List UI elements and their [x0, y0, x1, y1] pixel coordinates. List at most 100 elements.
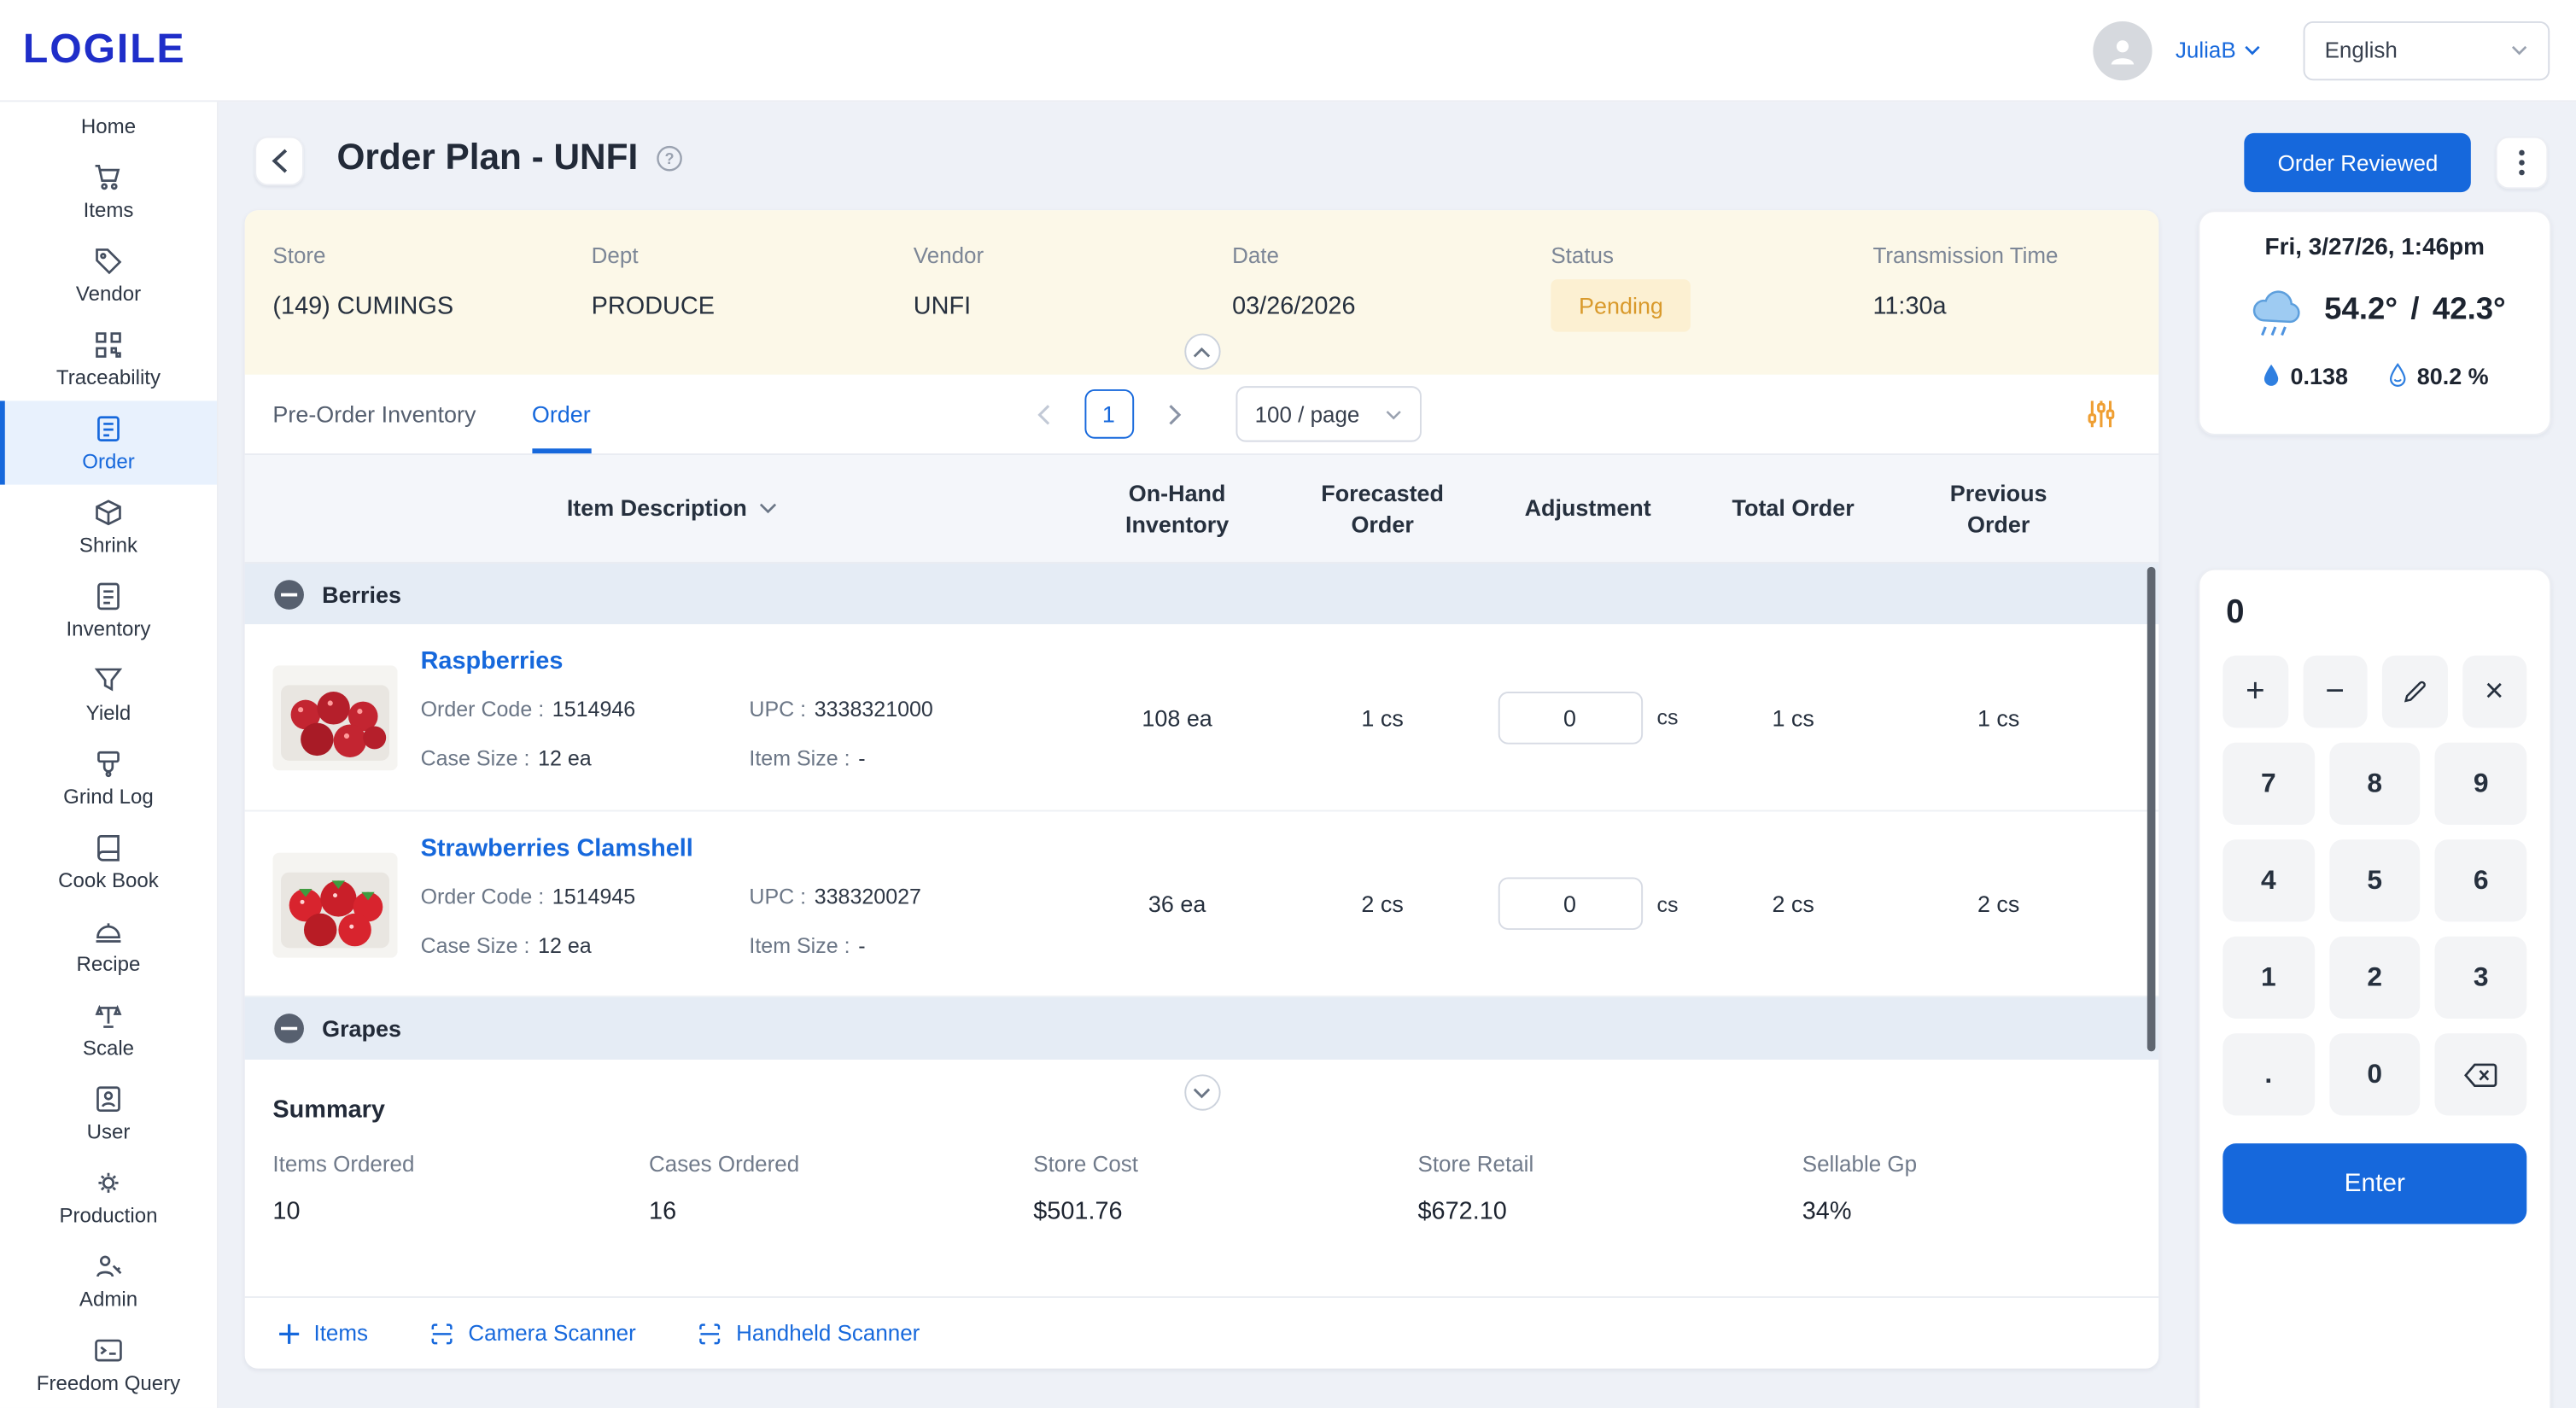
- previous-order-value: 2 cs: [1895, 891, 2101, 917]
- sidebar-item-order[interactable]: Order: [0, 400, 217, 484]
- sidebar-item-scale[interactable]: Scale: [0, 987, 217, 1071]
- numpad-backspace-key[interactable]: [2435, 1033, 2526, 1115]
- numpad-key-0[interactable]: 0: [2329, 1033, 2421, 1115]
- pagination-prev[interactable]: [1021, 393, 1064, 435]
- pagination-page[interactable]: 1: [1084, 389, 1133, 439]
- filter-icon[interactable]: [2083, 396, 2119, 432]
- scrollbar-thumb[interactable]: [2147, 567, 2156, 1052]
- table-row-strawberries: Strawberries Clamshell Order Code :15149…: [245, 812, 2159, 997]
- column-previous-order: Previous Order: [1895, 477, 2101, 540]
- rain-cloud-icon: [2244, 279, 2310, 342]
- kebab-menu-button[interactable]: [2496, 137, 2549, 190]
- sidebar-item-production[interactable]: Production: [0, 1155, 217, 1239]
- numpad-key-9[interactable]: 9: [2435, 743, 2526, 825]
- numpad-clear-key[interactable]: ×: [2462, 656, 2526, 728]
- humidity-stat: 80.2 %: [2387, 363, 2489, 389]
- table-row-raspberries: Raspberries Order Code :1514946 UPC :333…: [245, 624, 2159, 811]
- sidebar-item-user[interactable]: User: [0, 1072, 217, 1155]
- user-menu[interactable]: JuliaB: [2176, 38, 2261, 62]
- sidebar-item-shrink[interactable]: Shrink: [0, 485, 217, 569]
- info-value: 11:30a: [1872, 292, 2158, 320]
- summary-section: Summary Items Ordered 10 Cases Ordered 1…: [245, 1060, 2159, 1296]
- info-label: Vendor: [914, 243, 1232, 268]
- back-button[interactable]: [254, 137, 304, 186]
- page-size-select[interactable]: 100 / page: [1235, 386, 1422, 441]
- backspace-icon: [2463, 1060, 2499, 1089]
- collapse-info-button[interactable]: [1183, 334, 1219, 370]
- chevron-left-icon: [271, 148, 289, 174]
- numpad-edit-key[interactable]: [2382, 656, 2447, 728]
- collapse-group-icon[interactable]: [274, 579, 304, 609]
- camera-scanner-button[interactable]: Camera Scanner: [429, 1320, 636, 1347]
- help-icon[interactable]: ?: [656, 143, 684, 172]
- sidebar-item-home[interactable]: Home: [0, 102, 217, 149]
- chevron-up-icon: [1193, 346, 1211, 357]
- scale-icon: [92, 999, 125, 1031]
- numpad-plus-key[interactable]: +: [2223, 656, 2287, 728]
- group-row-grapes[interactable]: Grapes: [245, 997, 2159, 1060]
- sidebar-item-recipe[interactable]: Recipe: [0, 903, 217, 987]
- on-hand-value: 108 ea: [1074, 704, 1280, 730]
- sidebar-item-traceability[interactable]: Traceability: [0, 317, 217, 400]
- pagination-next[interactable]: [1153, 393, 1195, 435]
- numpad-enter-button[interactable]: Enter: [2223, 1143, 2526, 1224]
- adjustment-input[interactable]: [1498, 691, 1642, 744]
- numpad-key-2[interactable]: 2: [2329, 937, 2421, 1019]
- numpad-key-6[interactable]: 6: [2435, 839, 2526, 921]
- book-icon: [92, 832, 125, 864]
- svg-text:?: ?: [665, 149, 675, 167]
- numpad-key-7[interactable]: 7: [2223, 743, 2314, 825]
- sidebar-item-grind-log[interactable]: Grind Log: [0, 736, 217, 820]
- numpad-key-5[interactable]: 5: [2329, 839, 2421, 921]
- sidebar-item-yield[interactable]: Yield: [0, 652, 217, 736]
- table-header: Item Description On-Hand Inventory Forec…: [245, 455, 2159, 564]
- upc: UPC :338320027: [749, 884, 921, 908]
- on-hand-value: 36 ea: [1074, 891, 1280, 917]
- sidebar-item-inventory[interactable]: Inventory: [0, 569, 217, 652]
- language-select[interactable]: English: [2304, 20, 2550, 79]
- tab-pre-order-inventory[interactable]: Pre-Order Inventory: [272, 375, 476, 453]
- add-items-button[interactable]: Items: [277, 1321, 368, 1346]
- sliders-icon: [2083, 396, 2119, 432]
- sidebar-item-admin[interactable]: Admin: [0, 1239, 217, 1323]
- column-adjustment: Adjustment: [1485, 493, 1691, 523]
- avatar[interactable]: [2094, 20, 2153, 79]
- column-item-description[interactable]: Item Description: [245, 493, 1075, 523]
- sidebar-item-label: Freedom Query: [37, 1372, 180, 1395]
- numpad-key-3[interactable]: 3: [2435, 937, 2526, 1019]
- sidebar-item-items[interactable]: Items: [0, 149, 217, 233]
- user-icon: [2105, 32, 2141, 68]
- precipitation-stat: 0.138: [2261, 363, 2348, 389]
- receipt-icon: [92, 412, 125, 445]
- info-label: Transmission Time: [1872, 243, 2158, 268]
- group-row-berries[interactable]: Berries: [245, 564, 2159, 624]
- numpad-key-1[interactable]: 1: [2223, 937, 2314, 1019]
- handheld-scanner-button[interactable]: Handheld Scanner: [697, 1320, 920, 1347]
- adjustment-input[interactable]: [1498, 877, 1642, 930]
- sidebar-item-cook-book[interactable]: Cook Book: [0, 820, 217, 903]
- sidebar-item-vendor[interactable]: Vendor: [0, 233, 217, 317]
- sidebar-item-freedom-query[interactable]: Freedom Query: [0, 1323, 217, 1406]
- dish-icon: [92, 915, 125, 948]
- temp-low: 42.3°: [2433, 292, 2506, 328]
- numpad-key-4[interactable]: 4: [2223, 839, 2314, 921]
- sidebar-item-label: Cook Book: [58, 869, 159, 892]
- product-link[interactable]: Strawberries Clamshell: [421, 834, 693, 862]
- info-label: Dept: [592, 243, 914, 268]
- chevron-right-icon: [1168, 403, 1181, 424]
- numpad-minus-key[interactable]: −: [2303, 656, 2368, 728]
- gear-icon: [92, 1166, 125, 1199]
- order-reviewed-button[interactable]: Order Reviewed: [2245, 133, 2471, 192]
- collapse-group-icon[interactable]: [274, 1014, 304, 1043]
- item-size: Item Size :-: [749, 933, 921, 958]
- box-icon: [92, 496, 125, 529]
- page-title-text: Order Plan - UNFI: [336, 137, 638, 179]
- product-image-raspberries: [272, 665, 397, 770]
- product-link[interactable]: Raspberries: [421, 647, 564, 675]
- sidebar-item-label: Inventory: [67, 617, 151, 640]
- numpad-key-8[interactable]: 8: [2329, 743, 2421, 825]
- logile-logo: LOGILE: [23, 26, 186, 74]
- expand-summary-button[interactable]: [1183, 1074, 1219, 1110]
- numpad-key-dot[interactable]: .: [2223, 1033, 2314, 1115]
- tab-order[interactable]: Order: [532, 375, 591, 453]
